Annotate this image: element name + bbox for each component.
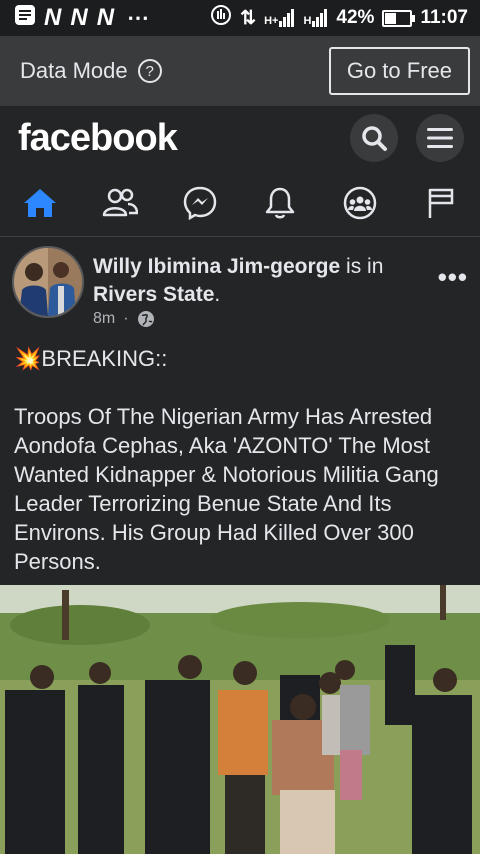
notification-n-icon: N (70, 4, 89, 31)
data-mode-label: Data Mode (20, 58, 128, 83)
notification-n-icon: N (44, 4, 63, 31)
data-saver-icon (210, 4, 232, 32)
go-to-free-button[interactable]: Go to Free (328, 47, 470, 95)
tab-notifications[interactable] (250, 173, 310, 233)
app-notification-icon (14, 4, 36, 32)
overflow-icon: ⋯ (127, 5, 150, 30)
globe-icon (137, 311, 154, 327)
help-icon[interactable]: ? (137, 59, 162, 83)
app-header: facebook (0, 106, 480, 170)
post-options-button[interactable]: ••• (438, 262, 468, 293)
post-header: Willy Ibimina Jim-george is in Rivers St… (0, 240, 480, 336)
battery-fill (385, 12, 397, 24)
bell-icon (265, 187, 295, 219)
tab-messenger[interactable] (170, 173, 230, 233)
post-meta: 8m · (93, 310, 155, 328)
clock: 11:07 (420, 7, 468, 28)
post-time[interactable]: 8m (93, 310, 115, 328)
post-text: 💥BREAKING:: Troops Of The Nigerian Army … (14, 346, 439, 574)
battery-icon (382, 9, 416, 27)
data-mode-bar: Data Mode ? Go to Free (0, 36, 480, 106)
menu-button[interactable] (416, 114, 464, 162)
signal-h-icon: H (303, 9, 328, 27)
tab-bar (0, 170, 480, 237)
avatar[interactable] (12, 246, 84, 318)
search-icon (362, 126, 387, 151)
status-right: ⇅ H+ H 42% 11:07 (210, 4, 468, 32)
tab-home[interactable] (10, 173, 70, 233)
status-left: N N N ⋯ (14, 4, 149, 32)
flag-icon (428, 188, 454, 218)
post-photo[interactable] (0, 585, 480, 854)
notification-n-icon: N (96, 4, 116, 31)
tab-groups[interactable] (330, 173, 390, 233)
location-suffix: . (214, 283, 221, 306)
signal-hplus-label: H+ (264, 15, 279, 27)
search-button[interactable] (350, 114, 398, 162)
friends-icon (102, 188, 138, 217)
tab-pages[interactable] (410, 173, 470, 233)
facebook-logo[interactable]: facebook (18, 117, 178, 160)
status-bar: N N N ⋯ ⇅ H+ H 42% 11:07 (0, 0, 480, 36)
hamburger-menu-icon (427, 128, 453, 148)
groups-icon (343, 186, 377, 220)
home-icon (24, 189, 56, 217)
author-name[interactable]: Willy Ibimina Jim-george (93, 255, 340, 278)
signal-h-label: H (303, 15, 312, 27)
location-link[interactable]: Rivers State (93, 283, 214, 306)
battery-percent: 42% (336, 7, 375, 28)
tab-friends[interactable] (90, 173, 150, 233)
author-connector: is in (340, 255, 384, 278)
post-author-line: Willy Ibimina Jim-george is in Rivers St… (93, 253, 413, 309)
messenger-icon (183, 186, 217, 220)
network-activity-icon: ⇅ (240, 7, 257, 29)
signal-hplus-icon: H+ (264, 9, 295, 27)
meta-separator: · (123, 310, 129, 327)
